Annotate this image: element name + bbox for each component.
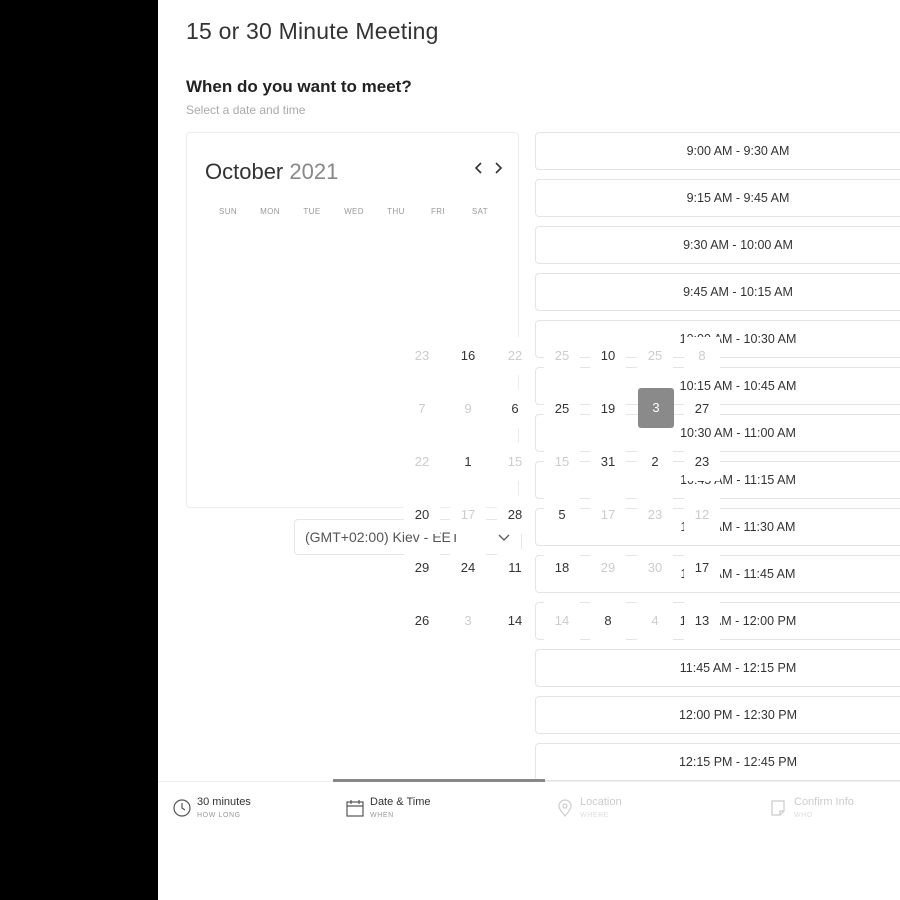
step-subtitle: HOW LONG: [197, 812, 241, 819]
calendar-month-label: October 2021: [205, 159, 338, 185]
date-cell[interactable]: 16: [450, 337, 486, 375]
calendar-icon: [345, 798, 365, 818]
selected-date-cell[interactable]: 3: [638, 388, 674, 428]
date-cell[interactable]: 20: [404, 496, 440, 534]
date-cell[interactable]: 25: [544, 337, 580, 375]
date-cell[interactable]: 8: [590, 602, 626, 640]
year-label: 2021: [289, 159, 339, 184]
date-cell[interactable]: 14: [497, 602, 533, 640]
time-slot-label: 9:00 AM - 9:30 AM: [686, 144, 790, 158]
chevron-left-icon[interactable]: [471, 161, 487, 181]
step-subtitle: WHERE: [580, 812, 610, 819]
date-cell[interactable]: 31: [590, 443, 626, 481]
step-subtitle: WHO: [794, 812, 813, 819]
step-progress-bar: [333, 779, 545, 782]
weekday-label: SUN: [218, 207, 238, 216]
date-cell[interactable]: 25: [544, 390, 580, 428]
weekday-label: MON: [260, 207, 280, 216]
date-cell[interactable]: 22: [497, 337, 533, 375]
time-slot-label: 11:45 AM - 12:15 PM: [679, 661, 797, 675]
time-slot-button[interactable]: 12:15 PM - 12:45 PM: [535, 743, 900, 781]
page-title: 15 or 30 Minute Meeting: [186, 18, 439, 44]
step-title: 30 minutes: [197, 796, 251, 808]
time-slot-button[interactable]: 9:00 AM - 9:30 AM: [535, 132, 900, 170]
step-title: Confirm Info: [794, 796, 854, 808]
date-cell[interactable]: 25: [637, 337, 673, 375]
map-pin-icon: [555, 798, 575, 818]
section-subtitle: Select a date and time: [186, 103, 306, 117]
time-slot-label: 12:00 PM - 12:30 PM: [678, 708, 798, 722]
time-slot-button[interactable]: 9:30 AM - 10:00 AM: [535, 226, 900, 264]
clock-icon: [172, 798, 192, 818]
date-cell[interactable]: 5: [544, 496, 580, 534]
date-cell[interactable]: 11: [497, 549, 533, 587]
document-icon: [769, 798, 789, 818]
date-cell[interactable]: 7: [404, 390, 440, 428]
date-cell[interactable]: 24: [450, 549, 486, 587]
weekday-label: THU: [387, 207, 405, 216]
step-title: Date & Time: [370, 796, 431, 808]
date-cell[interactable]: 4: [637, 602, 673, 640]
date-cell[interactable]: 23: [684, 443, 720, 481]
date-cell[interactable]: 19: [590, 390, 626, 428]
date-cell[interactable]: 12: [684, 496, 720, 534]
month-name: October: [205, 159, 284, 184]
date-cell[interactable]: 8: [684, 337, 720, 375]
time-slot-button[interactable]: 11:45 AM - 12:15 PM: [535, 649, 900, 687]
weekday-header: SUN MON TUE WED THU FRI SAT: [207, 207, 501, 221]
date-cell[interactable]: 2: [637, 443, 673, 481]
date-cell[interactable]: 9: [450, 390, 486, 428]
section-title: When do you want to meet?: [186, 77, 412, 96]
time-slot-label: 9:15 AM - 9:45 AM: [686, 191, 790, 205]
date-cell[interactable]: 1: [450, 443, 486, 481]
time-slot-button[interactable]: 9:15 AM - 9:45 AM: [535, 179, 900, 217]
time-slot-label: 9:45 AM - 10:15 AM: [683, 285, 793, 299]
weekday-label: FRI: [430, 207, 446, 216]
date-cell[interactable]: 6: [497, 390, 533, 428]
date-cell[interactable]: 29: [404, 549, 440, 587]
date-cell[interactable]: 15: [497, 443, 533, 481]
date-cell[interactable]: 3: [450, 602, 486, 640]
left-sidebar: [0, 0, 158, 900]
date-cell[interactable]: 13: [684, 602, 720, 640]
date-cell[interactable]: 17: [590, 496, 626, 534]
chevron-right-icon[interactable]: [490, 161, 506, 181]
date-cell[interactable]: 29: [590, 549, 626, 587]
time-slot-label: 10:30 AM - 11:00 AM: [680, 426, 796, 440]
date-cell[interactable]: 10: [590, 337, 626, 375]
weekday-label: TUE: [303, 207, 321, 216]
date-cell[interactable]: 17: [450, 496, 486, 534]
date-cell[interactable]: 23: [637, 496, 673, 534]
date-cell[interactable]: 14: [544, 602, 580, 640]
date-cell[interactable]: 27: [684, 390, 720, 428]
date-cell[interactable]: 26: [404, 602, 440, 640]
booking-steps-footer: 30 minutes HOW LONG Date & Time WHEN Loc…: [158, 779, 900, 900]
date-cell[interactable]: 18: [544, 549, 580, 587]
date-cell[interactable]: 28: [497, 496, 533, 534]
time-slot-button[interactable]: 9:45 AM - 10:15 AM: [535, 273, 900, 311]
time-slot-label: 9:30 AM - 10:00 AM: [683, 238, 793, 252]
date-cell[interactable]: 22: [404, 443, 440, 481]
date-cell[interactable]: 30: [637, 549, 673, 587]
date-cell[interactable]: 23: [404, 337, 440, 375]
time-slot-button[interactable]: 12:00 PM - 12:30 PM: [535, 696, 900, 734]
weekday-label: WED: [344, 207, 364, 216]
time-slot-label: 12:15 PM - 12:45 PM: [678, 755, 798, 769]
step-title: Location: [580, 796, 622, 808]
date-cell[interactable]: 17: [684, 549, 720, 587]
date-cell[interactable]: 15: [544, 443, 580, 481]
step-subtitle: WHEN: [370, 812, 394, 819]
booking-panel: 15 or 30 Minute Meeting When do you want…: [158, 0, 900, 900]
weekday-label: SAT: [471, 207, 489, 216]
